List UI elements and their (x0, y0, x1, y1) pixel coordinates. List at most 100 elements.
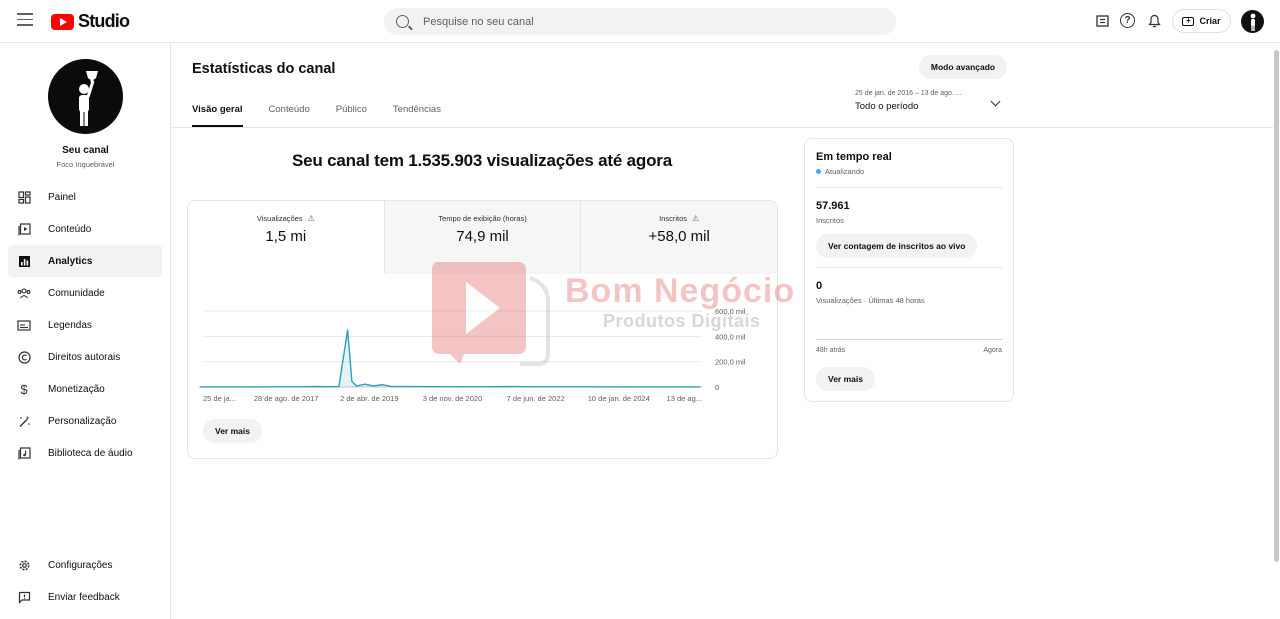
sidebar-item-label: Conteúdo (48, 223, 92, 235)
create-label: Criar (1199, 16, 1221, 26)
warning-icon: ⚠ (307, 214, 315, 223)
feedback-icon (17, 590, 31, 604)
sidebar-item-painel[interactable]: Painel (8, 181, 162, 213)
search-input[interactable] (423, 15, 843, 28)
realtime-axis-end: Agora (983, 347, 1002, 354)
settings-icon (17, 558, 31, 572)
metric-label-row: Visualizações ⚠ (188, 214, 384, 223)
metric-label: Inscritos (659, 214, 688, 223)
see-more-button[interactable]: Ver mais (203, 419, 262, 443)
channel-handle: Foco Inquebrável (56, 160, 115, 169)
metric-views[interactable]: Visualizações ⚠ 1,5 mi (188, 201, 384, 274)
sidebar-item-label: Analytics (48, 255, 93, 267)
channel-name: Seu canal (62, 145, 109, 156)
create-video-icon: + (1182, 16, 1195, 26)
x-tick-label: 13 de ag... (667, 394, 702, 403)
metric-watch-time[interactable]: Tempo de exibição (horas) 74,9 mil (383, 201, 581, 274)
tab-tendencias[interactable]: Tendências (393, 104, 441, 127)
sidebar-item-label: Personalização (48, 415, 117, 427)
search-bar[interactable] (384, 8, 896, 35)
studio-logo[interactable]: Studio (51, 11, 130, 32)
audio-library-icon (17, 446, 31, 460)
sidebar-bottom-nav: Configurações Enviar feedback (8, 549, 162, 613)
realtime-see-more-button[interactable]: Ver mais (816, 367, 875, 391)
realtime-status-text: Atualizando (825, 167, 865, 176)
y-tick-label: 0 (715, 383, 719, 392)
status-dot-icon (816, 169, 821, 174)
scrollbar[interactable] (1274, 50, 1279, 562)
realtime-subscribers-value: 57.961 (816, 200, 850, 212)
sidebar-item-personalizacao[interactable]: Personalização (8, 405, 162, 437)
logo-text: Studio (78, 11, 130, 31)
x-tick-label: 2 de abr. de 2019 (340, 394, 398, 403)
warning-icon: ⚠ (692, 214, 700, 223)
live-subscriber-count-button[interactable]: Ver contagem de inscritos ao vivo (816, 234, 978, 258)
date-range-label: Todo o período (855, 101, 919, 112)
advanced-mode-button[interactable]: Modo avançado (919, 55, 1007, 79)
sidebar-item-conteudo[interactable]: Conteúdo (8, 213, 162, 245)
date-range-dates: 25 de jan. de 2016 – 13 de ago. ... (855, 90, 962, 97)
sidebar-item-configuracoes[interactable]: Configurações (8, 549, 162, 581)
metric-subscribers[interactable]: Inscritos ⚠ +58,0 mil (580, 201, 777, 274)
sidebar-item-analytics[interactable]: Analytics (8, 245, 162, 277)
sidebar-item-label: Enviar feedback (48, 591, 120, 603)
tab-conteudo[interactable]: Conteúdo (269, 104, 310, 127)
sidebar-item-direitos-autorais[interactable]: Direitos autorais (8, 341, 162, 373)
search-icon (396, 15, 409, 28)
sidebar-item-legendas[interactable]: Legendas (8, 309, 162, 341)
realtime-subscribers-label: Inscritos (816, 216, 844, 225)
metric-label-row: Inscritos ⚠ (581, 214, 777, 223)
tab-publico[interactable]: Público (336, 104, 367, 127)
sidebar-item-biblioteca-de-audio[interactable]: Biblioteca de áudio (8, 437, 162, 469)
sidebar-item-label: Monetização (48, 383, 105, 395)
series-area (199, 330, 702, 387)
content-icon (17, 222, 31, 236)
realtime-chart-baseline (816, 339, 1002, 340)
sidebar-item-label: Painel (48, 191, 76, 203)
metric-value: +58,0 mil (648, 228, 710, 245)
realtime-axis-start: 48h atrás (816, 347, 846, 354)
community-icon (17, 286, 31, 300)
comment-icon[interactable] (1094, 13, 1110, 29)
realtime-views-label: Visualizações · Últimas 48 horas (816, 296, 925, 305)
x-tick-label: 3 de nov. de 2020 (423, 394, 483, 403)
overview-card: Visualizações ⚠ 1,5 mi Tempo de exibição … (187, 200, 778, 459)
analytics-icon (17, 254, 31, 268)
channel-avatar[interactable] (48, 59, 123, 134)
y-tick-label: 600,0 mil (715, 307, 746, 316)
account-avatar[interactable] (1241, 10, 1264, 33)
copyright-icon (17, 350, 31, 364)
date-range-selector[interactable]: 25 de jan. de 2016 – 13 de ago. ... Todo… (855, 90, 1005, 112)
realtime-card: Em tempo real Atualizando 57.961 Inscrit… (804, 138, 1014, 402)
menu-icon[interactable] (17, 13, 33, 27)
x-tick-label: 7 de jun. de 2022 (507, 394, 565, 403)
sidebar-item-label: Legendas (48, 319, 92, 331)
y-tick-label: 400,0 mil (715, 332, 746, 341)
x-tick-label: 10 de jan. de 2024 (588, 394, 650, 403)
metric-label: Tempo de exibição (horas) (438, 214, 527, 223)
metric-label-row: Tempo de exibição (horas) (385, 214, 581, 223)
tab-visao-geral[interactable]: Visão geral (192, 104, 243, 127)
notifications-icon[interactable] (1146, 13, 1162, 29)
x-tick-label: 28 de ago. de 2017 (254, 394, 319, 403)
tabs-divider (171, 127, 1273, 128)
help-icon[interactable]: ? (1120, 13, 1135, 28)
views-headline: Seu canal tem 1.535.903 visualizações at… (292, 151, 672, 170)
create-button[interactable]: + Criar (1172, 9, 1231, 33)
realtime-status: Atualizando (816, 167, 864, 176)
metric-tabs: Visualizações ⚠ 1,5 mi Tempo de exibição … (188, 201, 777, 274)
analytics-tabs: Visão geral Conteúdo Público Tendências (192, 104, 467, 127)
sidebar-item-enviar-feedback[interactable]: Enviar feedback (8, 581, 162, 613)
series-line (199, 329, 701, 388)
youtube-logo-icon (51, 13, 74, 30)
sidebar-nav: Painel Conteúdo Analytics Comunidade Leg… (8, 181, 162, 469)
realtime-views-value: 0 (816, 280, 823, 292)
page-title: Estatísticas do canal (192, 61, 336, 77)
divider (816, 187, 1002, 188)
metric-value: 1,5 mi (265, 228, 307, 245)
sidebar-item-monetizacao[interactable]: $ Monetização (8, 373, 162, 405)
sidebar-item-comunidade[interactable]: Comunidade (8, 277, 162, 309)
sidebar-item-label: Configurações (48, 559, 113, 571)
top-bar: Studio ? + Criar (0, 0, 1280, 43)
metric-label: Visualizações (256, 214, 303, 223)
